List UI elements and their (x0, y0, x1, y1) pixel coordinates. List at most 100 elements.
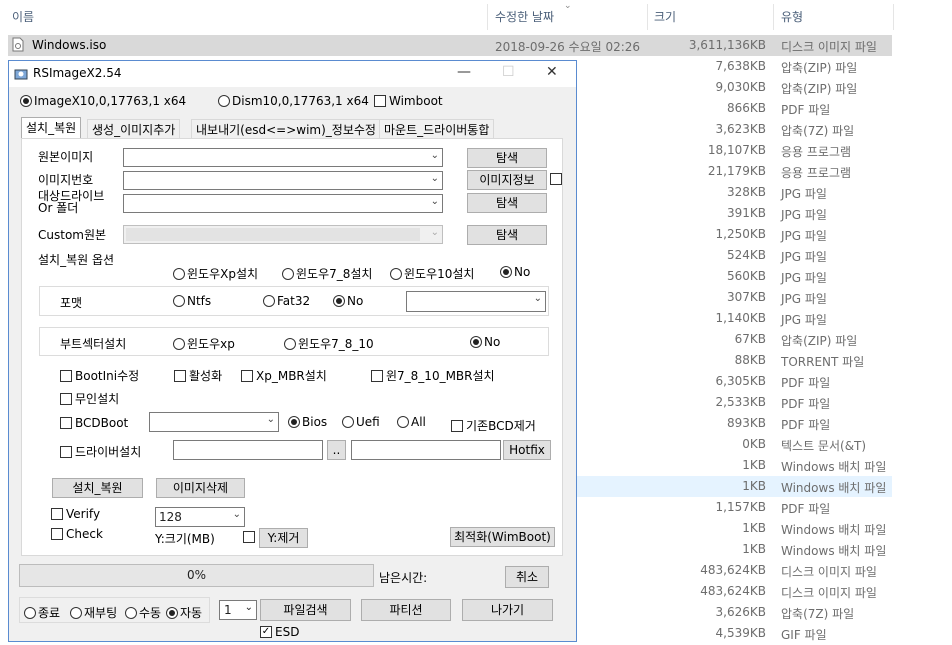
install-panel: 원본이미지 ⌄ 탐색 이미지번호 ⌄ 이미지정보 대상드라이브 Or 폴더 ⌄ 탐… (21, 138, 563, 556)
column-header-name[interactable]: 이름 (12, 0, 34, 34)
driver-path-input[interactable] (173, 440, 323, 460)
bcd-all-radio[interactable]: All (397, 415, 426, 429)
bootini-checkbox[interactable]: BootIni수정 (60, 367, 139, 384)
count-stepper[interactable]: 1 ⌄ (219, 600, 257, 620)
target-label: 대상드라이브 Or 폴더 (38, 189, 105, 215)
install-options-label: 설치_복원 옵션 (38, 253, 115, 267)
boot-no-radio[interactable]: No (470, 335, 500, 349)
image-info-button[interactable]: 이미지정보 (467, 170, 547, 190)
file-size: 483,624KB (700, 584, 766, 598)
w7-mbr-checkbox[interactable]: 윈7_8_10_MBR설치 (371, 367, 495, 384)
file-size: 1KB (742, 521, 766, 535)
verify-size-combo[interactable]: 128 ⌄ (155, 507, 245, 527)
column-separator[interactable] (487, 4, 488, 30)
browse-custom-button[interactable]: 탐색 (467, 225, 547, 245)
radio-dot-icon (470, 336, 482, 348)
activate-checkbox[interactable]: 활성화 (174, 367, 222, 384)
install-w10-radio[interactable]: 윈도우10설치 (390, 265, 474, 282)
custom-combo[interactable]: ⌄ (123, 225, 443, 244)
boot-w7810-radio[interactable]: 윈도우7_8_10 (284, 335, 374, 352)
install-w78-radio[interactable]: 윈도우7_8설치 (282, 265, 372, 282)
after-action-group: 종료 재부팅 수동 자동 (19, 597, 210, 623)
minimize-button[interactable]: — (457, 64, 471, 80)
format-ntfs-radio[interactable]: Ntfs (173, 294, 211, 308)
file-type: JPG 파일 (781, 208, 827, 222)
image-info-checkbox[interactable] (550, 173, 565, 185)
column-header-type[interactable]: 유형 (781, 0, 803, 34)
tab-install[interactable]: 설치_복원 (21, 117, 82, 139)
file-type: Windows 배치 파일 (781, 523, 887, 537)
browse-source-button[interactable]: 탐색 (467, 148, 547, 168)
window-title: RSImageX2.54 (33, 66, 122, 80)
bcdboot-checkbox[interactable]: BCDBoot (60, 416, 128, 430)
file-type: JPG 파일 (781, 229, 827, 243)
verify-checkbox[interactable]: Verify (51, 507, 100, 521)
install-no-radio[interactable]: No (500, 265, 530, 279)
format-fat32-radio[interactable]: Fat32 (263, 294, 310, 308)
after-manual-radio[interactable]: 수동 (125, 604, 161, 621)
file-type: JPG 파일 (781, 292, 827, 306)
delete-image-button[interactable]: 이미지삭제 (156, 478, 245, 498)
boot-xp-radio[interactable]: 윈도우xp (173, 335, 235, 352)
title-bar[interactable]: RSImageX2.54 — ☐ ✕ (9, 61, 576, 87)
after-exit-radio[interactable]: 종료 (24, 604, 60, 621)
browse-target-button[interactable]: 탐색 (467, 193, 547, 213)
hotfix-path-input[interactable] (351, 440, 501, 460)
format-no-radio[interactable]: No (333, 294, 363, 308)
check-icon: ✓ (260, 626, 272, 638)
remaining-time-label: 남은시간: (379, 571, 428, 585)
file-type: PDF 파일 (781, 418, 831, 432)
tab-create[interactable]: 생성_이미지추가 (87, 119, 181, 138)
column-separator[interactable] (893, 4, 894, 30)
dism-radio[interactable]: Dism10,0,17763,1 x64 (218, 94, 369, 108)
radio-dot-icon (173, 295, 185, 307)
radio-dot-icon (125, 606, 137, 619)
after-reboot-radio[interactable]: 재부팅 (70, 604, 117, 621)
column-header-size[interactable]: 크기 (654, 0, 676, 34)
driver-browse-button[interactable]: .. (327, 440, 346, 460)
remove-y-button[interactable]: Y:제거 (259, 528, 308, 548)
after-auto-radio[interactable]: 자동 (166, 604, 202, 621)
close-button[interactable]: ✕ (546, 64, 558, 80)
radio-dot-icon (500, 266, 512, 278)
radio-dot-icon (166, 606, 178, 619)
check-checkbox[interactable]: Check (51, 527, 103, 541)
driver-checkbox[interactable]: 드라이버설치 (60, 443, 141, 460)
source-combo[interactable]: ⌄ (123, 148, 443, 167)
file-size: 328KB (726, 185, 766, 199)
xp-mbr-checkbox[interactable]: Xp_MBR설치 (241, 367, 327, 384)
wimboot-checkbox[interactable]: Wimboot (374, 94, 443, 108)
optimize-wimboot-button[interactable]: 최적화(WimBoot) (450, 527, 555, 547)
chevron-down-icon: ⌄ (244, 602, 253, 613)
exit-button[interactable]: 나가기 (462, 599, 553, 621)
column-separator[interactable] (647, 4, 648, 30)
radio-dot-icon (218, 95, 230, 107)
image-no-combo[interactable]: ⌄ (123, 171, 443, 190)
partition-button[interactable]: 파티션 (361, 599, 451, 621)
column-separator[interactable] (773, 4, 774, 30)
target-combo[interactable]: ⌄ (123, 194, 443, 213)
column-header-date[interactable]: 수정한 날짜 (495, 0, 554, 34)
tab-mount[interactable]: 마운트_드라이버통합 (379, 119, 495, 138)
chevron-down-icon: ⌄ (232, 509, 241, 520)
unattend-checkbox[interactable]: 무인설치 (60, 390, 119, 407)
maximize-button[interactable]: ☐ (502, 64, 515, 80)
file-size: 3,623KB (715, 122, 766, 136)
imagex-radio[interactable]: ImageX10,0,17763,1 x64 (20, 94, 186, 108)
format-combo[interactable]: ⌄ (406, 291, 546, 312)
file-date: 2018-09-26 수요일 02:26 (495, 40, 641, 54)
file-size: 3,626KB (715, 605, 766, 619)
esd-checkbox[interactable]: ✓ ESD (260, 625, 299, 639)
cancel-button[interactable]: 취소 (505, 566, 549, 588)
bcd-bios-radio[interactable]: Bios (288, 415, 327, 429)
bcdboot-combo[interactable]: ⌄ (149, 412, 279, 432)
install-restore-button[interactable]: 설치_복원 (52, 478, 143, 498)
remove-y-checkbox[interactable] (243, 531, 258, 543)
tab-export[interactable]: 내보내기(esd<=>wim)_정보수정 (191, 119, 381, 138)
bcd-uefi-radio[interactable]: Uefi (342, 415, 380, 429)
remove-bcd-checkbox[interactable]: 기존BCD제거 (451, 417, 536, 434)
install-xp-radio[interactable]: 윈도우Xp설치 (173, 265, 258, 282)
file-search-button[interactable]: 파일검색 (260, 599, 351, 621)
file-row[interactable]: Windows.iso 2018-09-26 수요일 02:26 3,611,136… (8, 35, 892, 56)
hotfix-button[interactable]: Hotfix (503, 440, 551, 460)
